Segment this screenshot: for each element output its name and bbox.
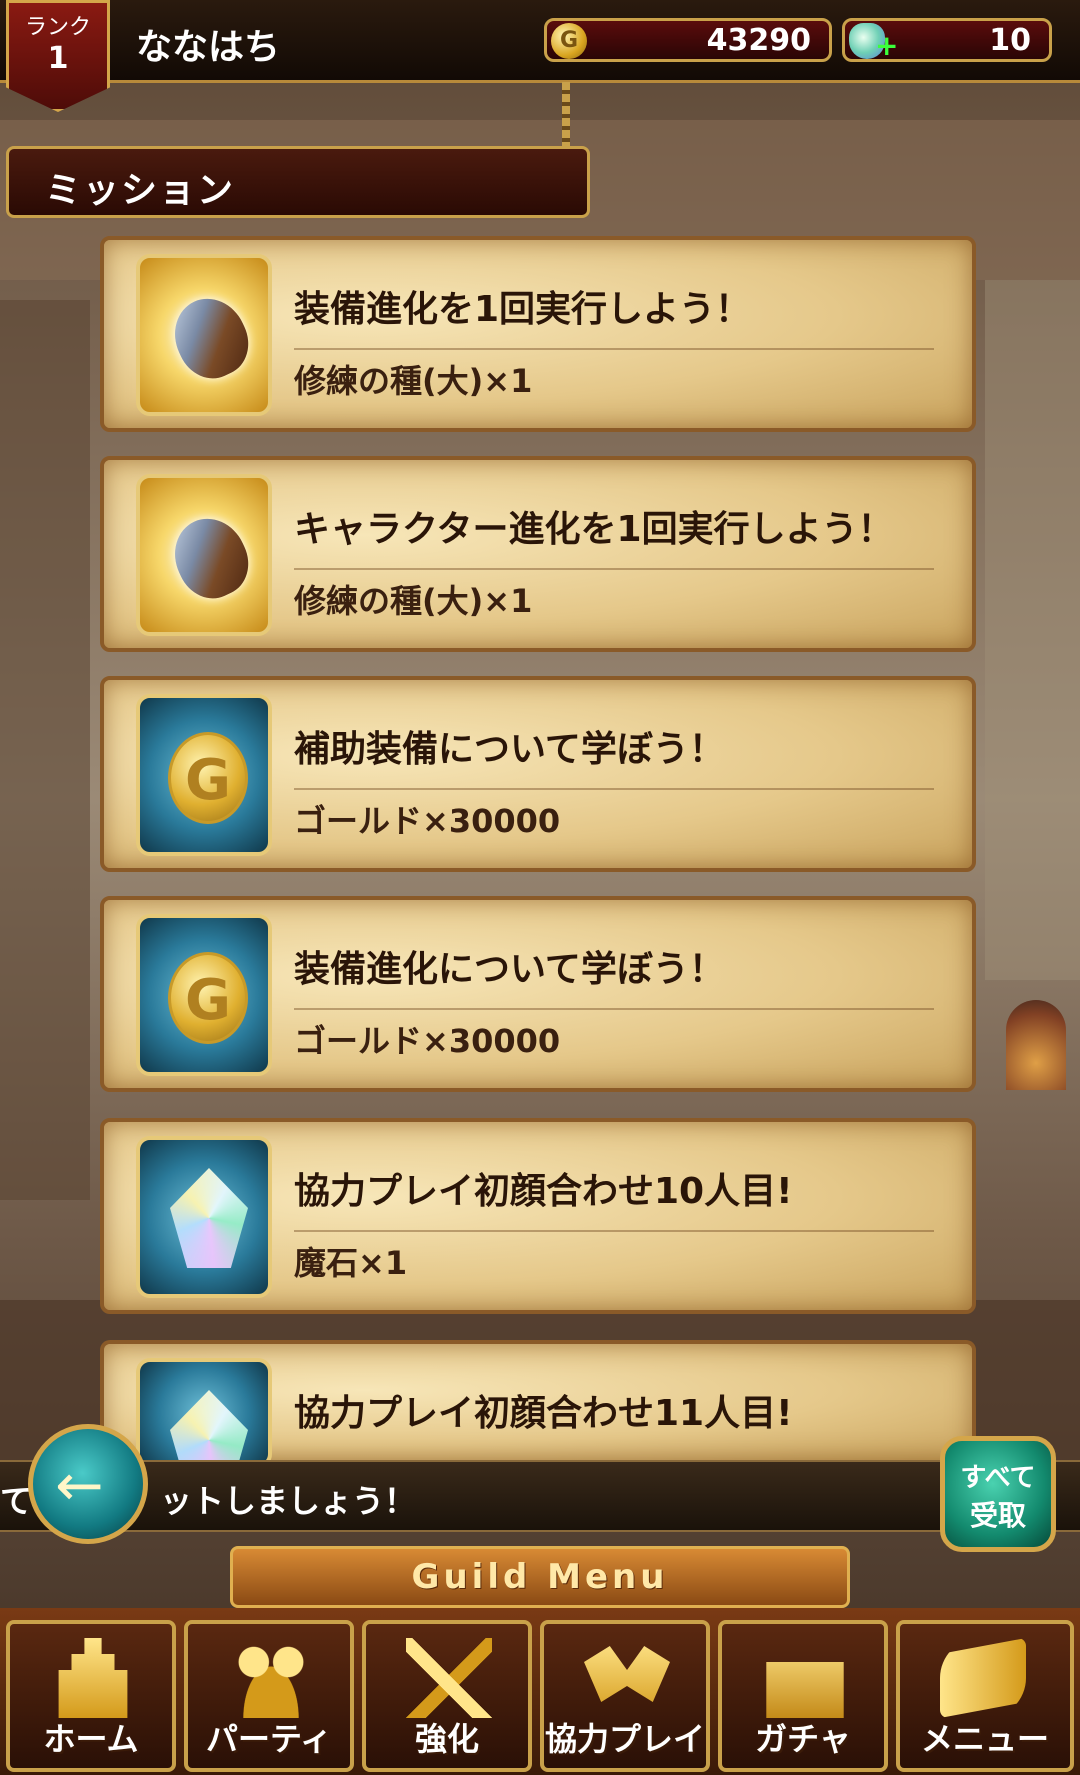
rank-value: 1	[47, 41, 69, 76]
claim-all-label-2: 受取	[969, 1499, 1026, 1532]
gold-amount: 43290	[706, 23, 811, 58]
mission-section-header: ミッション	[6, 146, 590, 218]
guild-menu-bar: ホーム パーティ 強化 協力プレイ ガチャ メニュー	[0, 1608, 1080, 1775]
mission-title: 装備進化を1回実行しよう！	[294, 289, 752, 330]
notification-bar: て ットしましょう！	[0, 1460, 1080, 1532]
mission-reward: ゴールド×30000	[294, 802, 561, 840]
seed-icon	[136, 254, 272, 416]
mission-card[interactable]: G 補助装備について学ぼう！ ゴールド×30000	[100, 676, 976, 872]
seed-icon	[136, 474, 272, 636]
guild-menu-banner: Guild Menu	[230, 1546, 850, 1608]
divider	[294, 348, 934, 350]
scroll-icon	[940, 1638, 1026, 1718]
nav-label: ガチャ	[755, 1720, 851, 1758]
mission-card[interactable]: 協力プレイ初顔合わせ10人目! 魔石×1	[100, 1118, 976, 1314]
nav-home[interactable]: ホーム	[6, 1620, 176, 1772]
nav-label: 協力プレイ	[544, 1720, 705, 1758]
swords-icon	[406, 1638, 492, 1718]
hanging-chain-decoration	[562, 82, 570, 150]
nav-label: ホーム	[43, 1720, 139, 1758]
mission-reward: ゴールド×30000	[294, 1022, 561, 1060]
nav-label: 強化	[414, 1720, 479, 1758]
mission-card[interactable]: G 装備進化について学ぼう！ ゴールド×30000	[100, 896, 976, 1092]
gold-coin-icon: G	[136, 694, 272, 856]
magic-stone-amount: 10	[989, 23, 1031, 58]
magic-stone-icon	[136, 1136, 272, 1298]
mission-card[interactable]: 装備進化を1回実行しよう！ 修練の種(大)×1	[100, 236, 976, 432]
claim-all-label-1: すべて	[960, 1463, 1036, 1493]
nav-label: パーティ	[205, 1720, 333, 1758]
mission-title: 協力プレイ初顔合わせ11人目!	[294, 1393, 793, 1434]
nav-coop-play[interactable]: 協力プレイ	[540, 1620, 710, 1772]
page-title: ミッション	[45, 170, 236, 211]
mission-card[interactable]: キャラクター進化を1回実行しよう！ 修練の種(大)×1	[100, 456, 976, 652]
top-status-bar: ランク 1 ななはち G 43290 + 10	[0, 0, 1080, 112]
add-magic-stone-icon[interactable]: +	[875, 29, 898, 62]
castle-icon	[58, 1638, 128, 1718]
mission-reward: 魔石×1	[294, 1244, 408, 1282]
handshake-icon	[584, 1646, 670, 1702]
guild-menu-title: Guild Menu	[411, 1557, 669, 1597]
fireplace-glow	[1006, 1000, 1066, 1090]
nav-menu[interactable]: メニュー	[896, 1620, 1074, 1772]
treasure-chest-icon	[766, 1662, 844, 1718]
divider	[294, 1230, 934, 1232]
back-arrow-icon: ←	[55, 1451, 104, 1519]
mission-card[interactable]: 協力プレイ初顔合わせ11人目!	[100, 1340, 976, 1490]
nav-party[interactable]: パーティ	[184, 1620, 354, 1772]
mission-title: 装備進化について学ぼう！	[294, 949, 725, 990]
divider	[294, 788, 934, 790]
mission-reward: 修練の種(大)×1	[294, 362, 533, 400]
back-button[interactable]: ←	[28, 1424, 148, 1544]
magic-stone-icon	[136, 1358, 272, 1490]
mission-title: 補助装備について学ぼう！	[294, 729, 725, 770]
nav-label: メニュー	[920, 1720, 1049, 1758]
player-name: ななはち	[136, 27, 281, 68]
divider	[294, 1008, 934, 1010]
nav-gacha[interactable]: ガチャ	[718, 1620, 888, 1772]
gold-counter: G 43290	[544, 18, 832, 62]
claim-all-button[interactable]: すべて 受取	[940, 1436, 1056, 1552]
rank-label: ランク	[24, 15, 91, 40]
mission-title: 協力プレイ初顔合わせ10人目!	[294, 1171, 793, 1212]
gold-coin-icon: G	[551, 23, 587, 59]
nav-enhance[interactable]: 強化	[362, 1620, 532, 1772]
divider	[294, 568, 934, 570]
gold-coin-icon: G	[136, 914, 272, 1076]
party-icon	[228, 1638, 314, 1718]
mission-reward: 修練の種(大)×1	[294, 582, 533, 620]
mission-title: キャラクター進化を1回実行しよう！	[294, 509, 894, 550]
magic-stone-counter[interactable]: + 10	[842, 18, 1052, 62]
